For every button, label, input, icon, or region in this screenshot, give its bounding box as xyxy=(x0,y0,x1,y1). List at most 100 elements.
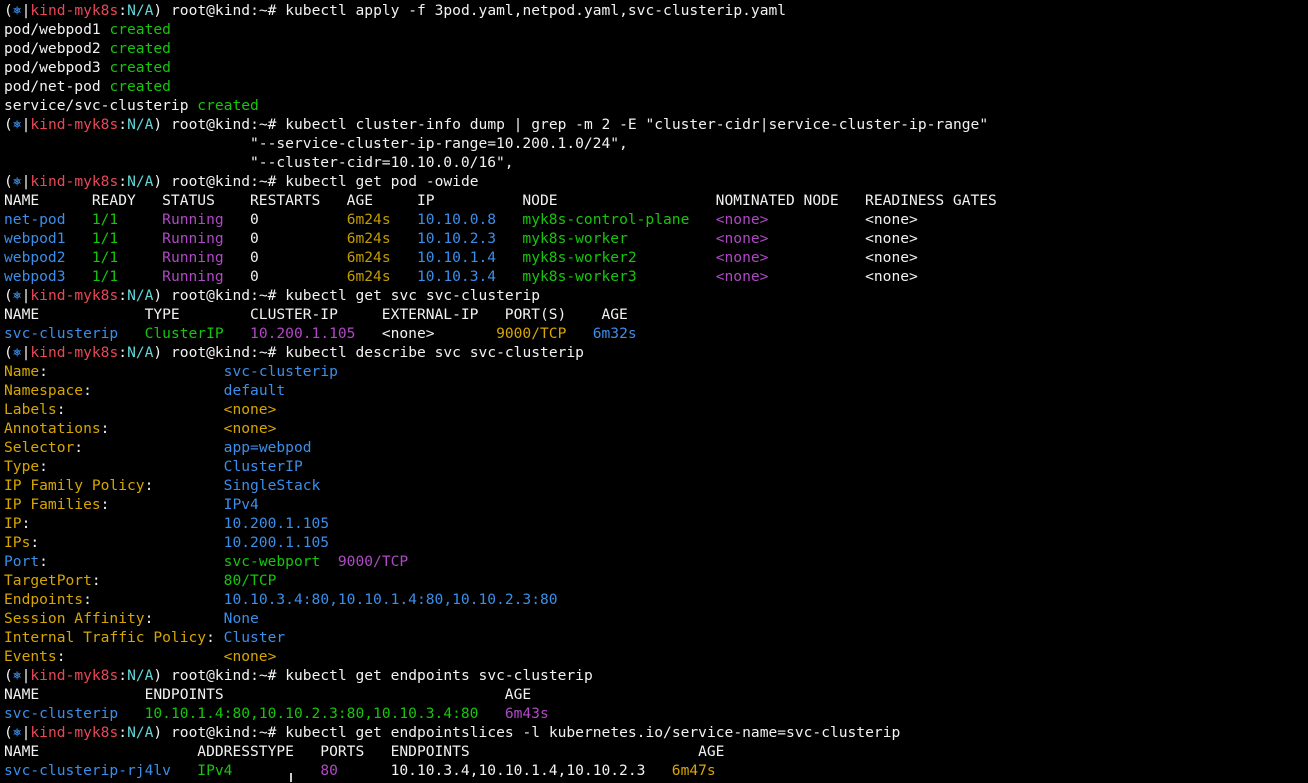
output-text: <none> xyxy=(689,211,769,228)
output-text: : xyxy=(39,458,224,475)
prompt-paren: ) xyxy=(153,287,163,304)
output-line: pod/webpod1 created xyxy=(0,20,1308,39)
output-line: NAME READY STATUS RESTARTS AGE IP NODE N… xyxy=(0,191,1308,210)
prompt-namespace: N/A xyxy=(127,287,154,304)
output-text: : xyxy=(144,610,224,627)
output-text: svc-webport xyxy=(223,553,321,570)
output-text: Annotations xyxy=(4,420,101,437)
output-text: : xyxy=(100,496,224,513)
output-text: 0 xyxy=(223,268,347,285)
output-text: Internal Traffic Policy xyxy=(4,629,207,646)
prompt-colon: : xyxy=(118,2,128,19)
output-line: pod/net-pod created xyxy=(0,77,1308,96)
output-text: 6m32s xyxy=(566,325,637,342)
output-text: 10.10.3.4:80,10.10.1.4:80,10.10.2.3:80 xyxy=(223,591,558,608)
prompt-line: (⎈|kind-myk8s:N/A) root@kind:~# kubectl … xyxy=(0,115,1308,134)
output-text: 0 xyxy=(223,249,347,266)
output-line: Labels: <none> xyxy=(0,400,1308,419)
output-text: 10.200.1.105 xyxy=(223,534,330,551)
prompt-colon: : xyxy=(118,116,128,133)
prompt-line: (⎈|kind-myk8s:N/A) root@kind:~# kubectl … xyxy=(0,343,1308,362)
output-text: <none> xyxy=(223,648,277,665)
output-line: svc-clusterip-rj4lv IPv4 80 10.10.3.4,10… xyxy=(0,761,1308,780)
prompt-paren: ( xyxy=(4,667,13,684)
output-text: webpod2 xyxy=(4,249,84,266)
output-line: svc-clusterip 10.10.1.4:80,10.10.2.3:80,… xyxy=(0,704,1308,723)
output-text: Name xyxy=(4,363,40,380)
output-text: 6m43s xyxy=(478,705,549,722)
output-text: Session Affinity xyxy=(4,610,145,627)
output-text: "--cluster-cidr=10.10.0.0/16", xyxy=(4,154,514,171)
output-text: default xyxy=(223,382,286,399)
output-line: service/svc-clusterip created xyxy=(0,96,1308,115)
prompt-context: kind-myk8s xyxy=(30,2,119,19)
output-text: pod/webpod2 xyxy=(4,40,110,57)
prompt-colon: : xyxy=(118,173,128,190)
output-text: <none> xyxy=(768,249,918,266)
output-line: Namespace: default xyxy=(0,381,1308,400)
output-line: "--service-cluster-ip-range=10.200.1.0/2… xyxy=(0,134,1308,153)
output-text: Running xyxy=(162,249,224,266)
prompt-paren: ) xyxy=(153,724,163,741)
output-text: : xyxy=(83,382,224,399)
command-text: kubectl apply -f 3pod.yaml,netpod.yaml,s… xyxy=(285,2,787,19)
output-text: 9000/TCP xyxy=(320,553,409,570)
output-text: IP Families xyxy=(4,496,101,513)
output-text: IP xyxy=(4,515,22,532)
output-text: svc-clusterip xyxy=(4,325,119,342)
output-text: 10.10.1.4 xyxy=(390,249,497,266)
output-text: myk8s-worker2 xyxy=(496,249,690,266)
output-line: webpod3 1/1 Running 0 6m24s 10.10.3.4 my… xyxy=(0,267,1308,286)
prompt-line: (⎈|kind-myk8s:N/A) root@kind:~# kubectl … xyxy=(0,1,1308,20)
output-text: : xyxy=(56,401,224,418)
output-text: svc-clusterip xyxy=(223,363,338,380)
prompt-line: (⎈|kind-myk8s:N/A) root@kind:~# kubectl … xyxy=(0,286,1308,305)
output-line: Annotations: <none> xyxy=(0,419,1308,438)
output-text: NAME ADDRESSTYPE PORTS ENDPOINTS AGE xyxy=(4,743,725,760)
output-text: 10.10.1.4:80,10.10.2.3:80,10.10.3.4:80 xyxy=(118,705,479,722)
output-text: Running xyxy=(162,230,224,247)
prompt-user: root@kind:~# xyxy=(162,2,286,19)
output-text: 10.10.3.4,10.10.1.4,10.10.2.3 xyxy=(337,762,646,779)
output-text: 1/1 xyxy=(83,230,163,247)
output-text: Namespace xyxy=(4,382,84,399)
output-text: Events xyxy=(4,648,57,665)
command-text: kubectl get endpoints svc-clusterip xyxy=(285,667,593,684)
output-text: created xyxy=(109,21,171,38)
output-text: Running xyxy=(162,211,224,228)
output-text: svc-clusterip xyxy=(4,705,119,722)
prompt-paren: ) xyxy=(153,667,163,684)
command-text: kubectl get endpointslices -l kubernetes… xyxy=(285,724,901,741)
kubernetes-helm-icon: ⎈ xyxy=(12,344,22,361)
prompt-paren: ( xyxy=(4,116,13,133)
prompt-context: kind-myk8s xyxy=(30,173,119,190)
text-cursor xyxy=(290,773,292,782)
output-text: myk8s-worker xyxy=(496,230,690,247)
output-line: NAME ENDPOINTS AGE xyxy=(0,685,1308,704)
output-text: 80 xyxy=(232,762,338,779)
output-line: IP Families: IPv4 xyxy=(0,495,1308,514)
prompt-colon: : xyxy=(118,287,128,304)
output-text: 6m24s xyxy=(346,249,391,266)
prompt-user: root@kind:~# xyxy=(162,344,286,361)
output-text: : xyxy=(39,553,224,570)
kubernetes-helm-icon: ⎈ xyxy=(12,287,22,304)
prompt-context: kind-myk8s xyxy=(30,287,119,304)
output-line: net-pod 1/1 Running 0 6m24s 10.10.0.8 my… xyxy=(0,210,1308,229)
prompt-user: root@kind:~# xyxy=(162,116,286,133)
prompt-colon: : xyxy=(118,667,128,684)
prompt-colon: : xyxy=(118,344,128,361)
output-text: Type xyxy=(4,458,40,475)
output-line: Port: svc-webport 9000/TCP xyxy=(0,552,1308,571)
output-text: webpod3 xyxy=(4,268,84,285)
prompt-paren: ) xyxy=(153,2,163,19)
prompt-paren: ( xyxy=(4,724,13,741)
output-line: IP Family Policy: SingleStack xyxy=(0,476,1308,495)
output-text: : xyxy=(144,477,224,494)
output-text: 0 xyxy=(223,211,347,228)
output-text: created xyxy=(109,78,171,95)
output-line: Endpoints: 10.10.3.4:80,10.10.1.4:80,10.… xyxy=(0,590,1308,609)
terminal-window[interactable]: (⎈|kind-myk8s:N/A) root@kind:~# kubectl … xyxy=(0,0,1308,783)
output-line: NAME ADDRESSTYPE PORTS ENDPOINTS AGE xyxy=(0,742,1308,761)
output-line: IP: 10.200.1.105 xyxy=(0,514,1308,533)
